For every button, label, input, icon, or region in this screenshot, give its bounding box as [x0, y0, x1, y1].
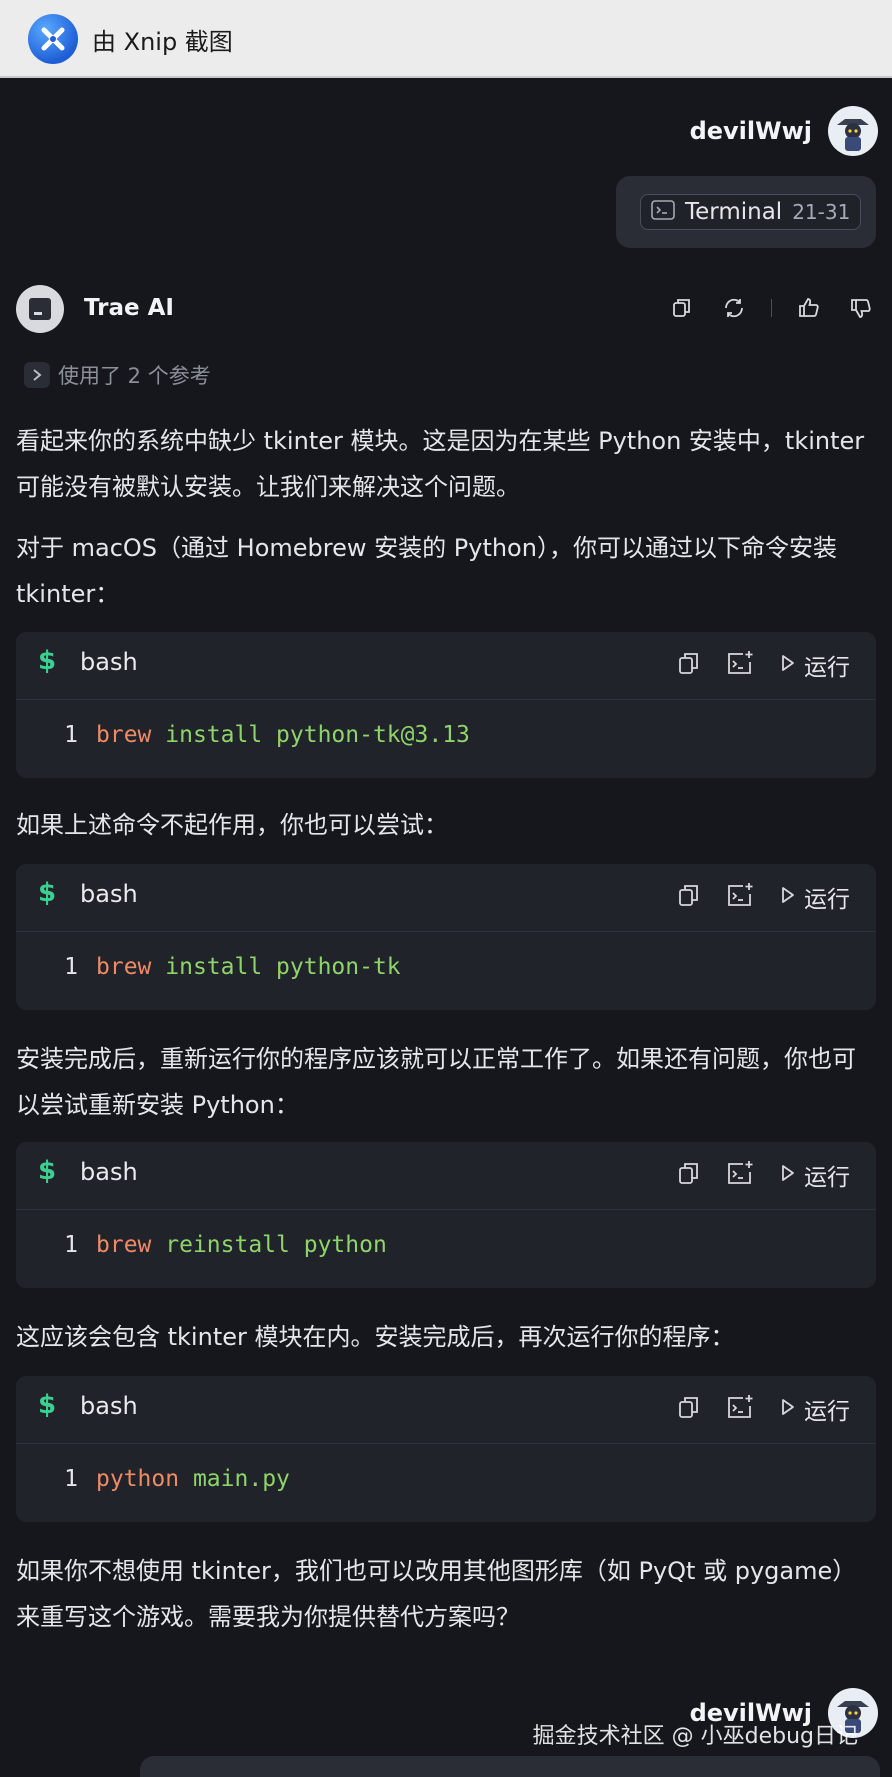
- play-icon: [780, 1163, 796, 1187]
- thumbs-down-icon[interactable]: [846, 293, 876, 323]
- thumbs-up-icon[interactable]: [794, 293, 824, 323]
- message-actions: [667, 293, 876, 323]
- shell-prompt-icon: $: [38, 1390, 57, 1420]
- code-arguments: main.py: [192, 1466, 290, 1492]
- code-language: bash: [80, 880, 138, 908]
- copy-icon[interactable]: [678, 1161, 700, 1189]
- shell-prompt-icon: $: [38, 1156, 57, 1186]
- copy-icon[interactable]: [678, 1395, 700, 1423]
- message-paragraph: 如果你不想使用 tkinter，我们也可以改用其他图形库（如 PyQt 或 py…: [16, 1557, 857, 1631]
- context-range: 21-31: [792, 200, 851, 224]
- code-block-header: $ bash 运行: [16, 632, 876, 700]
- code-block: $ bash 运行 1 brew install python-tk@3.13: [16, 632, 876, 778]
- code-block: $ bash 运行 1 brew reinstall python: [16, 1142, 876, 1288]
- run-button[interactable]: 运行: [780, 880, 850, 914]
- code-block-header: $ bash 运行: [16, 1142, 876, 1210]
- insert-to-terminal-icon[interactable]: [726, 882, 754, 912]
- code-block: $ bash 运行 1 python main.py: [16, 1376, 876, 1522]
- code-language: bash: [80, 648, 138, 676]
- run-label: 运行: [804, 1165, 850, 1191]
- code-arguments: install python-tk@3.13: [165, 722, 470, 748]
- copy-icon[interactable]: [678, 651, 700, 679]
- run-button[interactable]: 运行: [780, 1392, 850, 1426]
- code-line: 1 brew install python-tk@3.13: [62, 722, 470, 748]
- watermark: 掘金技术社区 @ 小巫debug日记: [532, 1724, 858, 1749]
- user-message-bubble: [140, 1756, 880, 1777]
- line-number: 1: [64, 954, 78, 980]
- play-icon: [780, 653, 796, 677]
- refresh-icon[interactable]: [719, 293, 749, 323]
- insert-to-terminal-icon[interactable]: [726, 650, 754, 680]
- code-actions: 运行: [678, 1158, 850, 1192]
- line-number: 1: [64, 722, 78, 748]
- insert-to-terminal-icon[interactable]: [726, 1160, 754, 1190]
- code-block-header: $ bash 运行: [16, 1376, 876, 1444]
- message-paragraph: 对于 macOS（通过 Homebrew 安装的 Python），你可以通过以下…: [16, 534, 837, 608]
- assistant-header: Trae AI: [16, 285, 876, 333]
- run-label: 运行: [804, 887, 850, 913]
- divider: [771, 299, 772, 317]
- code-actions: 运行: [678, 648, 850, 682]
- code-arguments: reinstall python: [165, 1232, 387, 1258]
- references-label: 使用了 2 个参考: [58, 364, 211, 388]
- code-line: 1 brew reinstall python: [62, 1232, 387, 1258]
- code-command: brew: [96, 954, 152, 980]
- code-actions: 运行: [678, 1392, 850, 1426]
- play-icon: [780, 1397, 796, 1421]
- code-line: 1 python main.py: [62, 1466, 290, 1492]
- avatar[interactable]: [828, 106, 878, 156]
- app-title: 由 Xnip 截图: [92, 28, 233, 56]
- xnip-logo-icon: [28, 14, 78, 64]
- context-chip-terminal[interactable]: Terminal 21-31: [640, 194, 862, 230]
- run-label: 运行: [804, 655, 850, 681]
- run-label: 运行: [804, 1399, 850, 1425]
- play-icon: [780, 885, 796, 909]
- code-command: brew: [96, 1232, 152, 1258]
- code-command: python: [96, 1466, 180, 1492]
- shell-prompt-icon: $: [38, 878, 57, 908]
- code-actions: 运行: [678, 880, 850, 914]
- message-paragraph: 看起来你的系统中缺少 tkinter 模块。这是因为在某些 Python 安装中…: [16, 427, 865, 501]
- code-block: $ bash 运行 1 brew install python-tk: [16, 864, 876, 1010]
- chevron-right-icon: [24, 362, 50, 388]
- line-number: 1: [64, 1466, 78, 1492]
- app-titlebar: 由 Xnip 截图: [0, 0, 892, 78]
- code-language: bash: [80, 1392, 138, 1420]
- code-arguments: install python-tk: [165, 954, 401, 980]
- message-paragraph: 如果上述命令不起作用，你也可以尝试：: [16, 811, 448, 839]
- code-line: 1 brew install python-tk: [62, 954, 401, 980]
- code-language: bash: [80, 1158, 138, 1186]
- copy-icon[interactable]: [667, 293, 697, 323]
- shell-prompt-icon: $: [38, 646, 57, 676]
- copy-icon[interactable]: [678, 883, 700, 911]
- code-command: brew: [96, 722, 152, 748]
- user-message-bubble: Terminal 21-31: [616, 176, 876, 248]
- message-paragraph: 安装完成后，重新运行你的程序应该就可以正常工作了。如果还有问题，你也可以尝试重新…: [16, 1045, 856, 1119]
- message-paragraph: 这应该会包含 tkinter 模块在内。安装完成后，再次运行你的程序：: [16, 1323, 735, 1351]
- assistant-name: Trae AI: [84, 295, 174, 321]
- run-button[interactable]: 运行: [780, 1158, 850, 1192]
- context-label: Terminal: [685, 199, 783, 225]
- line-number: 1: [64, 1232, 78, 1258]
- code-block-header: $ bash 运行: [16, 864, 876, 932]
- insert-to-terminal-icon[interactable]: [726, 1394, 754, 1424]
- user-message-header: devilWwj: [690, 106, 878, 156]
- user-name: devilWwj: [689, 117, 812, 145]
- terminal-icon: [651, 200, 675, 224]
- assistant-avatar: [16, 285, 64, 333]
- run-button[interactable]: 运行: [780, 648, 850, 682]
- references-toggle[interactable]: 使用了 2 个参考: [24, 360, 211, 390]
